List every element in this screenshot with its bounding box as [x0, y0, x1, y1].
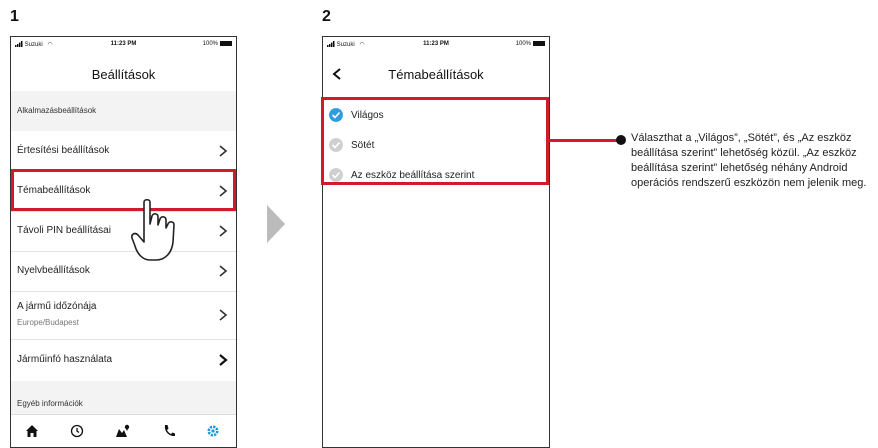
status-bar: Suzuki ◠ 11:23 PM 100% [11, 37, 236, 51]
phone-screen-settings: Suzuki ◠ 11:23 PM 100% Beállítások Alkal… [10, 36, 237, 448]
phone-icon[interactable] [161, 423, 177, 439]
settings-item-notifications[interactable]: Értesítési beállítások [11, 131, 236, 171]
chevron-right-icon [219, 145, 228, 157]
highlight-frame-theme-options [321, 97, 549, 185]
step-number-2: 2 [322, 8, 331, 25]
status-battery: 100% [516, 41, 545, 47]
tap-hand-icon [131, 198, 175, 261]
bottom-tab-bar [11, 414, 236, 447]
settings-icon[interactable] [205, 423, 221, 439]
settings-item-label: Járműinfó használata [17, 354, 113, 365]
settings-item-label: A jármű időzónája [17, 301, 97, 312]
chevron-right-icon [219, 309, 228, 321]
settings-item-label: Nyelvbeállítások [17, 265, 90, 276]
settings-item-remote-pin[interactable]: Távoli PIN beállításai [11, 211, 236, 251]
map-icon[interactable] [115, 423, 131, 439]
settings-item-label: Értesítési beállítások [17, 145, 110, 156]
settings-item-vehicle-info[interactable]: Járműinfó használata [11, 339, 236, 381]
page-title: Beállítások [91, 67, 156, 82]
page-title: Témabeállítások [388, 67, 484, 82]
status-bar: Suzuki ◠ 11:23 PM 100% [323, 37, 549, 51]
section-header-app-settings: Alkalmazásbeállítások [11, 91, 236, 131]
chevron-right-icon [219, 225, 228, 237]
chevron-right-icon [219, 354, 228, 366]
step-number-1: 1 [10, 8, 19, 25]
settings-item-language[interactable]: Nyelvbeállítások [11, 251, 236, 291]
callout-line [549, 139, 624, 142]
history-icon[interactable] [69, 423, 85, 439]
chevron-right-icon [219, 265, 228, 277]
settings-item-label: Távoli PIN beállításai [17, 225, 111, 236]
highlight-frame-theme-item [11, 169, 236, 211]
explanation-note: Választhat a „Világos”, „Sötét”, és „Az … [631, 132, 867, 189]
settings-item-sublabel: Europe/Budapest [17, 318, 79, 327]
battery-icon [533, 41, 545, 46]
battery-icon [220, 41, 232, 46]
section-header-other-info: Egyéb információk [11, 381, 236, 417]
next-step-arrow-icon [267, 205, 285, 243]
settings-item-timezone[interactable]: A jármű időzónája Europe/Budapest [11, 291, 236, 339]
home-icon[interactable] [24, 423, 40, 439]
callout-bullet [616, 135, 626, 145]
status-battery: 100% [203, 41, 232, 47]
